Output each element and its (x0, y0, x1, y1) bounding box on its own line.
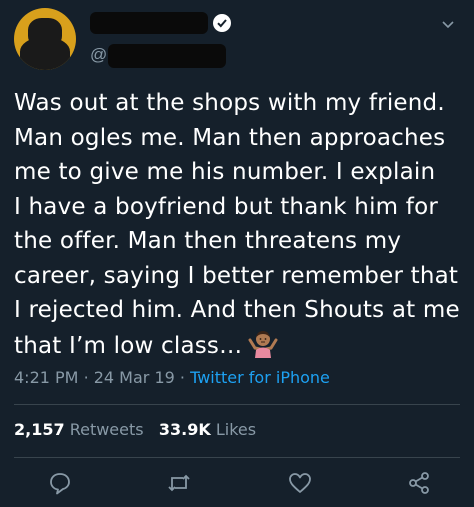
display-name-redacted[interactable] (90, 12, 208, 34)
meta-separator: · (179, 368, 191, 387)
handle-redacted[interactable] (108, 44, 226, 68)
retweets-count-link[interactable]: 2,157 Retweets (14, 420, 144, 439)
tweet-text: Was out at the shops with my friend. Man… (14, 90, 460, 359)
tweet-source-link[interactable]: Twitter for iPhone (190, 368, 330, 387)
likes-count-link[interactable]: 33.9K Likes (159, 420, 256, 439)
retweet-icon[interactable] (166, 470, 192, 496)
verified-badge-icon (213, 14, 231, 32)
likes-label: Likes (215, 420, 257, 439)
tweet-stats: 2,157 Retweets 33.9K Likes (14, 420, 256, 439)
tweet-meta: 4:21 PM · 24 Mar 19 · Twitter for iPhone (14, 368, 330, 387)
tweet-body: Was out at the shops with my friend. Man… (14, 86, 466, 368)
person-shrugging-emoji (248, 328, 278, 369)
tweet-date: 24 Mar 19 (93, 368, 175, 387)
tweet-time: 4:21 PM (14, 368, 79, 387)
tweet-header: @ (0, 0, 474, 80)
tweet-actions (0, 470, 474, 500)
likes-count: 33.9K (158, 420, 211, 439)
chevron-down-icon[interactable] (440, 16, 456, 32)
handle-prefix: @ (90, 45, 108, 64)
heart-icon[interactable] (287, 470, 313, 496)
divider (14, 457, 460, 458)
retweets-label: Retweets (69, 420, 144, 439)
retweets-count: 2,157 (14, 420, 65, 439)
meta-separator: · (83, 368, 94, 387)
divider (14, 404, 460, 405)
reply-icon[interactable] (47, 470, 73, 496)
avatar[interactable] (14, 8, 76, 70)
share-icon[interactable] (406, 470, 432, 496)
